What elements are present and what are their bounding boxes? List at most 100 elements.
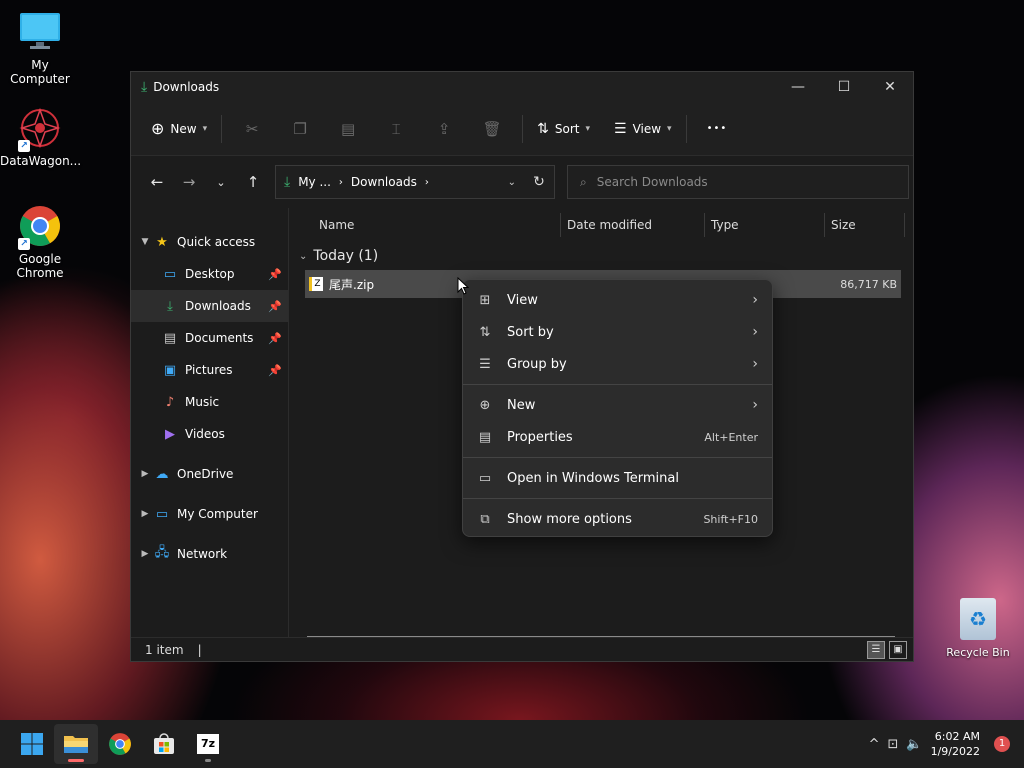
- group-header-today[interactable]: ⌄ Today (1): [299, 242, 913, 270]
- up-button[interactable]: ↑: [237, 166, 269, 198]
- tiles-view-icon: ▣: [893, 644, 903, 655]
- nav-label: Pictures: [185, 363, 233, 377]
- desktop-icon-my-computer[interactable]: My Computer: [0, 10, 80, 86]
- menu-item-new[interactable]: ⊕ New ›: [463, 389, 772, 421]
- column-name[interactable]: Name: [289, 213, 561, 237]
- menu-item-open-terminal[interactable]: ▭ Open in Windows Terminal: [463, 462, 772, 494]
- maximize-button[interactable]: ☐: [821, 72, 867, 102]
- recent-locations-button[interactable]: ⌄: [205, 166, 237, 198]
- nav-item-downloads[interactable]: ⤓ Downloads 📌: [131, 290, 288, 322]
- pin-icon: 📌: [268, 363, 282, 377]
- rename-button[interactable]: ⌶: [372, 113, 420, 145]
- nav-item-pictures[interactable]: ▣ Pictures 📌: [131, 354, 288, 386]
- menu-label: Show more options: [507, 511, 632, 527]
- sort-button[interactable]: ⇅ Sort ▾: [529, 113, 598, 145]
- view-button[interactable]: ☰ View ▾: [606, 113, 680, 145]
- breadcrumb-my-computer[interactable]: My ...: [298, 175, 331, 189]
- store-bag-icon: [154, 733, 174, 754]
- search-input[interactable]: Search Downloads: [597, 175, 708, 189]
- menu-item-view[interactable]: ⊞ View ›: [463, 284, 772, 316]
- forward-button[interactable]: →: [173, 166, 205, 198]
- nav-network[interactable]: ▶ 🖧 Network: [131, 538, 288, 570]
- expand-chevron-icon[interactable]: ▼: [131, 237, 153, 247]
- active-indicator: [68, 759, 84, 762]
- picture-icon: ▣: [163, 362, 177, 378]
- navigation-pane: ▼ ★ Quick access ▭ Desktop 📌 ⤓ Downloads…: [131, 208, 289, 638]
- nav-quick-access[interactable]: ▼ ★ Quick access: [131, 226, 288, 258]
- desktop-icon-datawagon[interactable]: ↗ DataWagon...: [0, 106, 81, 168]
- close-button[interactable]: ✕: [867, 72, 913, 102]
- clock[interactable]: 6:02 AM 1/9/2022: [931, 729, 980, 759]
- sort-label: Sort: [554, 121, 580, 136]
- cut-button[interactable]: ✂: [228, 113, 276, 145]
- volume-icon[interactable]: 🔈: [906, 737, 922, 752]
- sort-arrows-icon: ⇅: [479, 324, 491, 340]
- menu-item-group-by[interactable]: ☰ Group by ›: [463, 348, 772, 380]
- item-count: 1 item: [145, 642, 184, 657]
- share-button[interactable]: ⇪: [420, 113, 468, 145]
- pin-icon: 📌: [268, 299, 282, 313]
- paste-button[interactable]: ▤: [324, 113, 372, 145]
- notification-badge[interactable]: 1: [994, 736, 1010, 752]
- delete-button[interactable]: 🗑: [468, 113, 516, 145]
- menu-label: Properties: [507, 429, 573, 445]
- download-icon: ⤓: [284, 174, 291, 190]
- monitor-icon: [18, 10, 62, 54]
- minimize-button[interactable]: —: [775, 72, 821, 102]
- nav-item-videos[interactable]: ▶ Videos: [131, 418, 288, 450]
- running-indicator: [205, 759, 211, 762]
- more-dots-icon: •••: [706, 123, 728, 134]
- expand-chevron-icon[interactable]: ▶: [131, 469, 153, 479]
- taskbar-chrome[interactable]: [98, 724, 142, 764]
- nav-item-documents[interactable]: ▤ Documents 📌: [131, 322, 288, 354]
- nav-item-desktop[interactable]: ▭ Desktop 📌: [131, 258, 288, 290]
- breadcrumb-downloads[interactable]: Downloads: [351, 175, 417, 189]
- chevron-right-icon: ›: [752, 397, 758, 413]
- show-hidden-icons-button[interactable]: ^: [869, 737, 880, 752]
- group-list-icon: ☰: [479, 356, 491, 372]
- mouse-cursor-icon: [457, 277, 469, 295]
- taskbar-7zip[interactable]: 7z: [186, 724, 230, 764]
- shortcut-label: Shift+F10: [703, 512, 758, 526]
- desktop-icon-recycle-bin[interactable]: ♻ Recycle Bin: [940, 598, 1016, 659]
- address-dropdown-icon[interactable]: ⌄: [508, 177, 516, 188]
- nav-item-music[interactable]: ♪ Music: [131, 386, 288, 418]
- network-status-icon[interactable]: ⊡: [888, 737, 899, 752]
- clock-time: 6:02 AM: [934, 730, 980, 743]
- toolbar-separator: [522, 114, 524, 143]
- taskbar-file-explorer[interactable]: [54, 724, 98, 764]
- column-size[interactable]: Size: [825, 213, 905, 237]
- search-icon: ⌕: [580, 174, 587, 189]
- copy-button[interactable]: ❐: [276, 113, 324, 145]
- search-box[interactable]: ⌕ Search Downloads: [567, 165, 909, 199]
- column-date-modified[interactable]: Date modified: [561, 213, 705, 237]
- menu-item-properties[interactable]: ▤ Properties Alt+Enter: [463, 421, 772, 453]
- expand-chevron-icon[interactable]: ▶: [131, 549, 153, 559]
- more-options-button[interactable]: •••: [699, 113, 736, 145]
- menu-item-show-more-options[interactable]: ⧉ Show more options Shift+F10: [463, 503, 772, 535]
- nav-label: OneDrive: [177, 467, 234, 481]
- address-bar[interactable]: ⤓ My ... › Downloads › ⌄ ↻: [275, 165, 555, 199]
- start-button[interactable]: [10, 724, 54, 764]
- desktop-icon-google-chrome[interactable]: ↗ Google Chrome: [0, 204, 80, 280]
- menu-item-sort-by[interactable]: ⇅ Sort by ›: [463, 316, 772, 348]
- nav-label: Downloads: [185, 299, 251, 313]
- column-headers: Name Date modified Type Size: [289, 208, 913, 242]
- command-bar: ⊕ New ▾ ✂ ❐ ▤ ⌶ ⇪ 🗑 ⇅ Sort ▾ ☰ View ▾ ••…: [131, 102, 913, 156]
- desktop-folder-icon: ▭: [163, 266, 177, 282]
- taskbar-store[interactable]: [142, 724, 186, 764]
- back-button[interactable]: ←: [141, 166, 173, 198]
- desktop-icon-label: My Computer: [10, 58, 70, 86]
- nav-onedrive[interactable]: ▶ ☁ OneDrive: [131, 458, 288, 490]
- title-bar[interactable]: ⤓ Downloads — ☐ ✕: [131, 72, 913, 102]
- menu-label: Sort by: [507, 324, 554, 340]
- nav-my-computer[interactable]: ▶ ▭ My Computer: [131, 498, 288, 530]
- details-view-button[interactable]: ☰: [867, 640, 885, 659]
- column-type[interactable]: Type: [705, 213, 825, 237]
- 7zip-icon: 7z: [197, 734, 219, 754]
- expand-chevron-icon[interactable]: ▶: [131, 509, 153, 519]
- refresh-icon[interactable]: ↻: [524, 174, 554, 190]
- tiles-view-button[interactable]: ▣: [889, 640, 907, 659]
- trash-icon: 🗑: [482, 119, 502, 138]
- new-button[interactable]: ⊕ New ▾: [143, 113, 215, 145]
